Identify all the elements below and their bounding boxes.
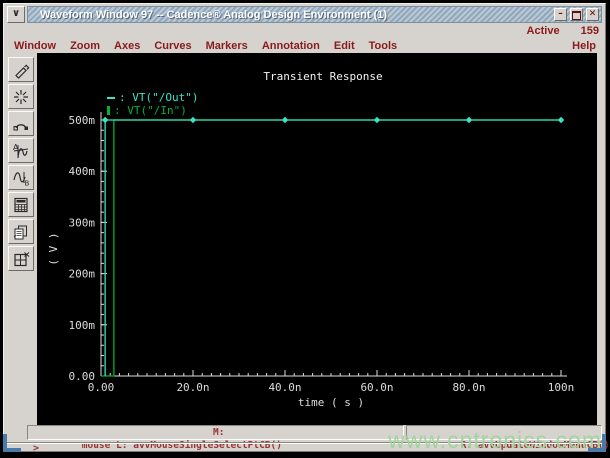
waveform-b-tool-button[interactable]: B <box>8 165 34 190</box>
waveform-b-icon: B <box>13 171 30 187</box>
legend-entry-in[interactable]: : VT("/In") <box>107 104 198 117</box>
menu-curves[interactable]: Curves <box>147 40 198 52</box>
trace-marker <box>101 116 109 124</box>
svg-text:B: B <box>25 179 30 187</box>
trace-legend: : VT("/Out") : VT("/In") <box>107 91 198 117</box>
menu-bar: Window Zoom Axes Curves Markers Annotati… <box>7 38 599 54</box>
pen-icon <box>15 63 30 79</box>
minimize-button[interactable]: – <box>554 8 567 21</box>
out-trace-marker-swatch <box>107 96 115 99</box>
pen-tool-button[interactable] <box>8 57 34 82</box>
y-tick-label: 300m <box>69 216 96 229</box>
trace-marker <box>373 116 381 124</box>
menu-axes[interactable]: Axes <box>107 40 147 52</box>
mouse-middle-binding: M: <box>213 427 225 438</box>
active-count: 159 <box>580 25 599 37</box>
application-window: ∨ Waveform Window 97 -- Cadence® Analog … <box>3 3 609 454</box>
resize-grip-bottom-left[interactable] <box>3 434 21 452</box>
y-axis-label: ( V ) <box>47 232 60 265</box>
x-tick-label: 20.0n <box>176 381 209 394</box>
waveform-a-tool-button[interactable]: A <box>8 138 34 163</box>
legend-label-out: : VT("/Out") <box>119 91 199 104</box>
menu-edit[interactable]: Edit <box>327 40 362 52</box>
screenshot-root: ∨ Waveform Window 97 -- Cadence® Analog … <box>0 0 610 458</box>
y-tick-label: 200m <box>69 268 96 281</box>
menu-window[interactable]: Window <box>7 40 63 52</box>
redraw-tool-button[interactable] <box>8 84 34 109</box>
calculator-tool-button[interactable] <box>8 192 34 217</box>
x-tick-label: 40.0n <box>268 381 301 394</box>
trace-marker <box>281 116 289 124</box>
copy-tool-button[interactable] <box>8 219 34 244</box>
menu-help[interactable]: Help <box>565 40 599 52</box>
x-tick-label: 80.0n <box>452 381 485 394</box>
x-axis-label: time ( s ) <box>298 396 364 409</box>
active-status-bar: Active 159 <box>7 24 599 38</box>
split-window-icon <box>14 251 30 266</box>
arc-handles-icon <box>13 123 28 130</box>
window-controls: – ✕ <box>554 8 599 21</box>
split-window-tool-button[interactable] <box>8 246 34 271</box>
trace-marker <box>557 116 565 124</box>
maximize-button[interactable] <box>570 8 583 21</box>
title-bar[interactable]: ∨ Waveform Window 97 -- Cadence® Analog … <box>7 6 602 23</box>
plot-area[interactable]: 0.00 20.0n 40.0n 60.0n 80.0n 100n 0.00 100m 200m… <box>37 53 597 425</box>
starburst-icon <box>14 89 28 104</box>
calculator-icon <box>14 197 28 212</box>
side-toolbar: A B <box>7 55 37 425</box>
in-trace-marker-swatch <box>107 106 110 115</box>
y-tick-label: 100m <box>69 319 96 332</box>
y-tick-label: 400m <box>69 165 96 178</box>
mouse-bindings-field: mouse L: avvMouseSingleSelectPtCB() M: <box>27 425 404 451</box>
copy-pages-icon <box>13 225 27 239</box>
close-button[interactable]: ✕ <box>586 8 599 21</box>
menu-tools[interactable]: Tools <box>362 40 405 52</box>
trace-marker <box>189 116 197 124</box>
watermark-text: www.cntronics.com <box>388 427 602 453</box>
y-tick-label: 500m <box>69 114 96 127</box>
x-tick-label: 100n <box>548 381 575 394</box>
trace-1 <box>104 119 561 376</box>
legend-entry-out[interactable]: : VT("/Out") <box>107 91 198 104</box>
x-tick-label: 60.0n <box>360 381 393 394</box>
waveform-a-icon: A <box>13 143 29 158</box>
maximize-icon <box>572 11 581 20</box>
legend-label-in: : VT("/In") <box>114 104 187 117</box>
chart-title: Transient Response <box>263 70 382 83</box>
trace-marker <box>465 116 473 124</box>
marker-arc-tool-button[interactable] <box>8 111 34 136</box>
window-title: Waveform Window 97 -- Cadence® Analog De… <box>40 9 388 21</box>
menu-annotation[interactable]: Annotation <box>255 40 327 52</box>
title-bar-hatch: Waveform Window 97 -- Cadence® Analog De… <box>27 6 602 23</box>
menu-markers[interactable]: Markers <box>199 40 255 52</box>
active-label: Active <box>526 25 560 37</box>
trace-0 <box>101 119 561 377</box>
window-menu-button[interactable]: ∨ <box>7 6 25 23</box>
menu-zoom[interactable]: Zoom <box>63 40 107 52</box>
y-tick-label: 0.00 <box>69 370 96 383</box>
